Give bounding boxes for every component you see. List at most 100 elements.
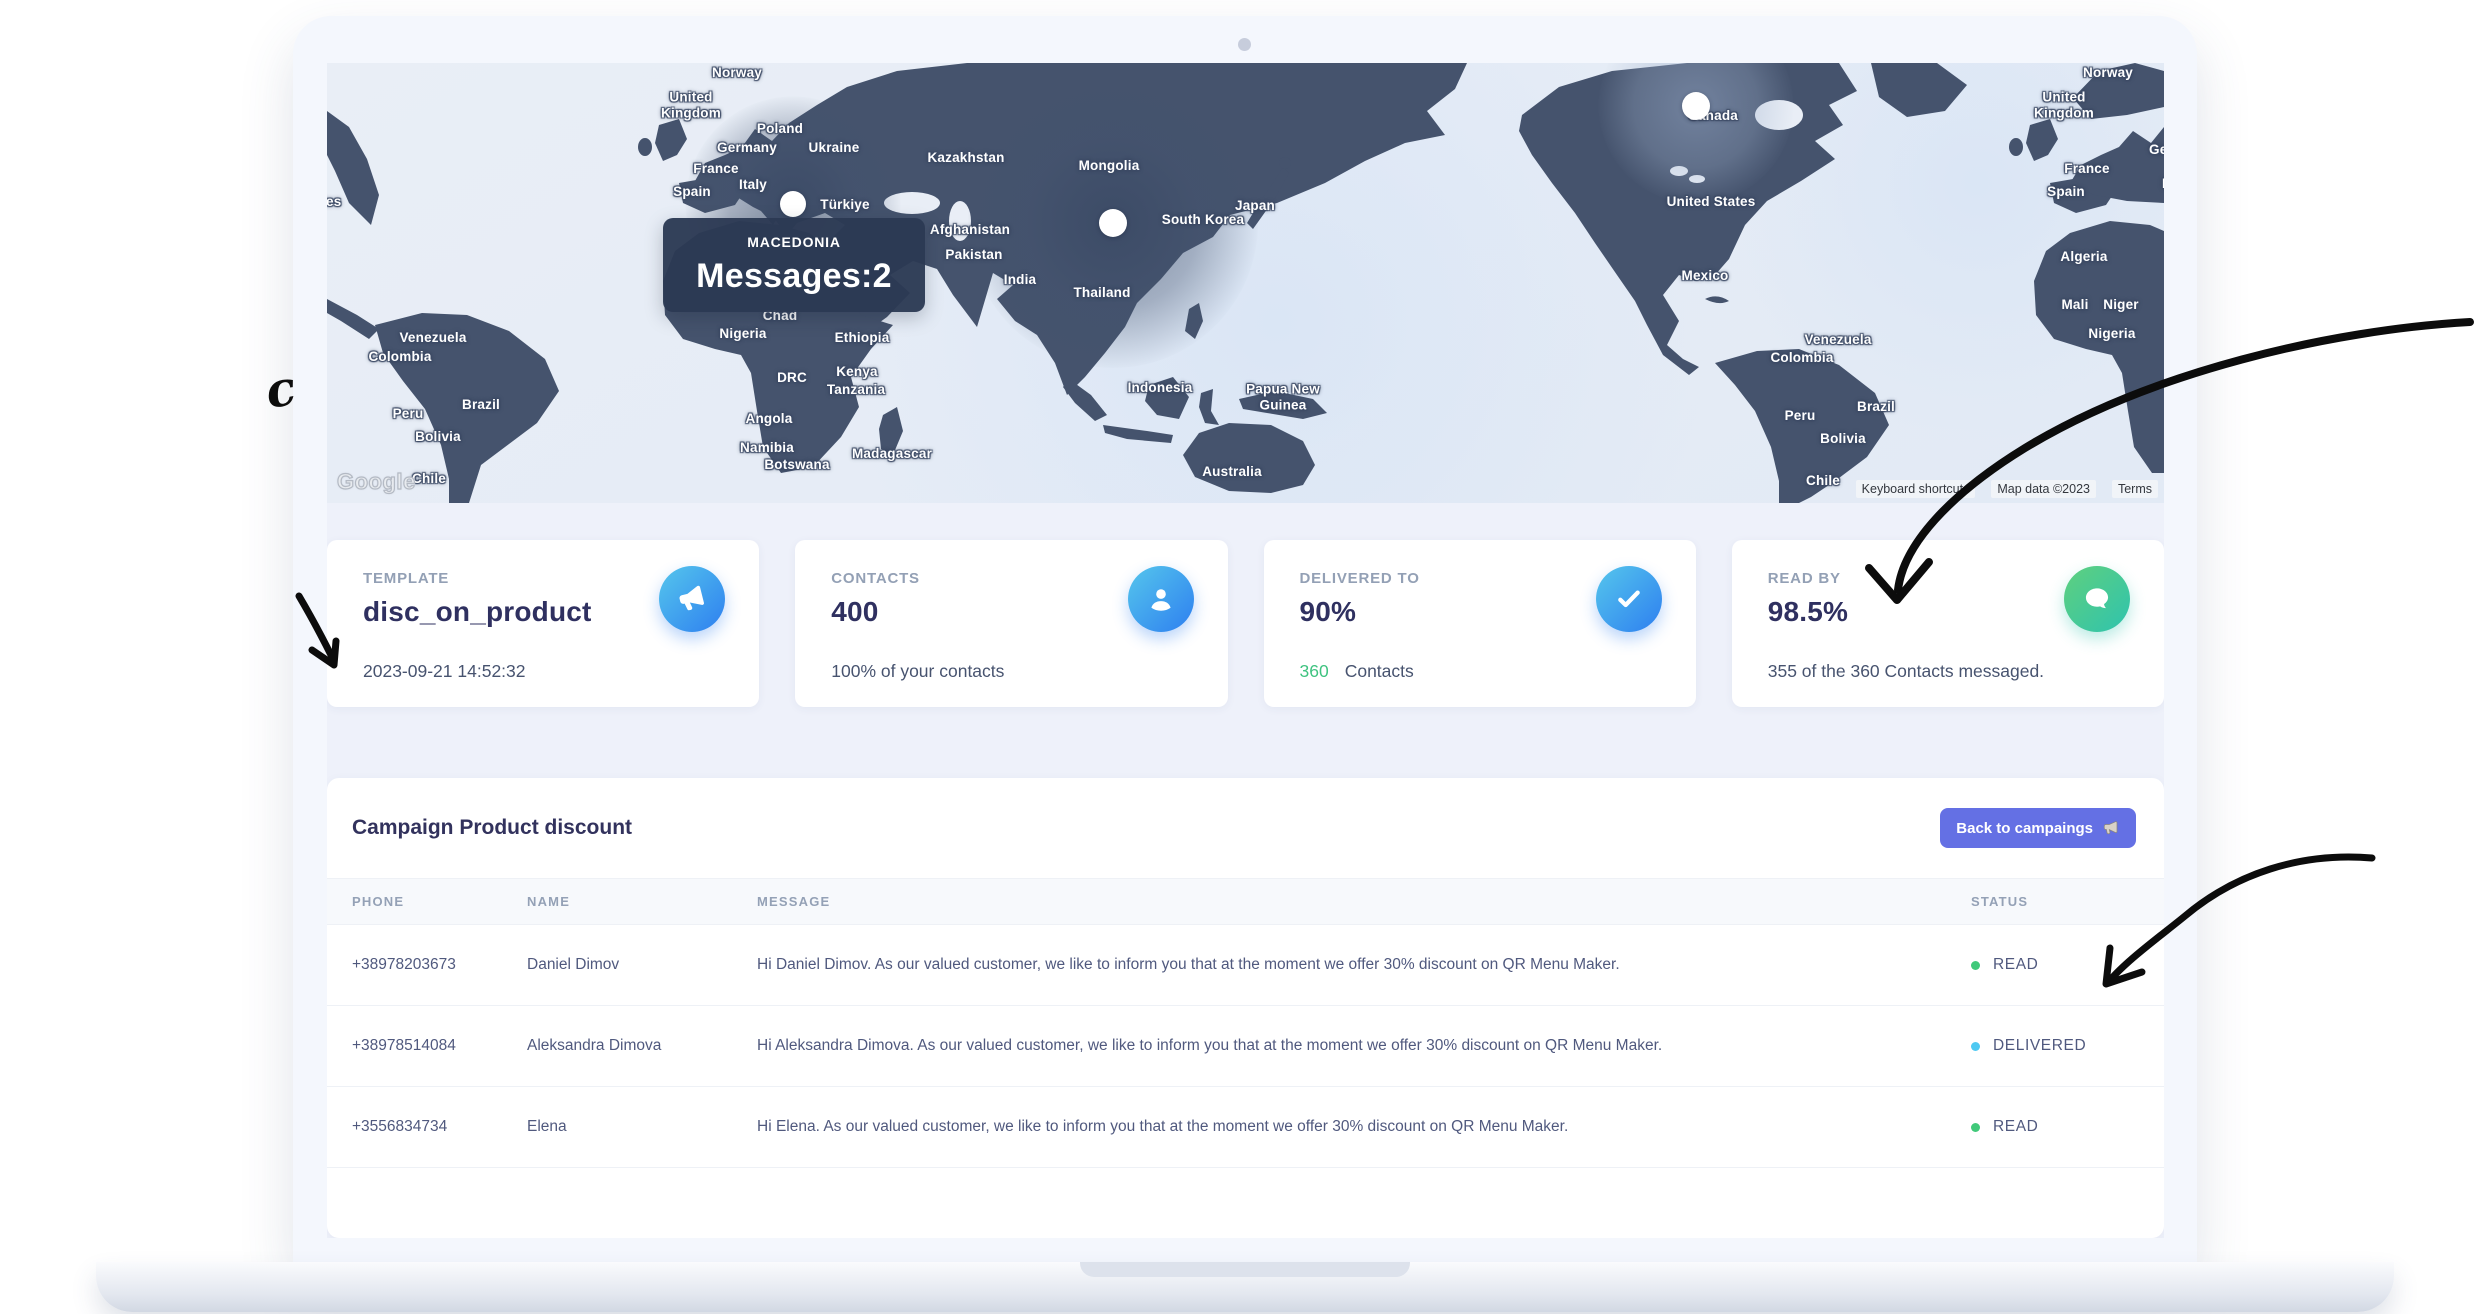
map-country-label: Peru <box>1785 408 1816 424</box>
back-button-label: Back to campaings <box>1956 820 2093 837</box>
stat-card: TEMPLATE disc_on_product 2023-09-21 14:5… <box>327 540 759 707</box>
webcam-icon <box>1238 38 1251 51</box>
world-map[interactable]: United States Venezuela Colombia Brazil Peru… <box>327 63 2164 503</box>
campaign-title: Campaign Product discount <box>352 816 632 840</box>
stat-card: READ BY 98.5% 355 of the 360 Contacts me… <box>1732 540 2164 707</box>
map-country-label: Brazil <box>462 397 500 413</box>
map-country-label: Mexico <box>1682 268 1729 284</box>
map-country-label: South Korea <box>1162 212 1244 228</box>
map-country-label: Mali <box>2061 297 2088 313</box>
table-header-row: PHONE NAME MESSAGE STATUS <box>327 878 2164 925</box>
cell-phone: +38978514084 <box>327 1037 527 1055</box>
laptop-base-notch <box>1080 1262 1410 1277</box>
map-country-label: Niger <box>2103 297 2139 313</box>
map-country-label: United States <box>1667 194 1756 210</box>
dashboard-app: United States Venezuela Colombia Brazil Peru… <box>327 63 2164 1238</box>
google-logo[interactable]: Google <box>337 469 416 495</box>
world-map-canvas <box>327 63 2164 503</box>
cell-status: DELIVERED <box>1971 1037 2164 1055</box>
map-country-label: Norway <box>712 65 762 81</box>
map-country-label: Nigeria <box>2088 326 2135 342</box>
map-country-label: France <box>693 161 738 177</box>
status-label: READ <box>1993 1118 2038 1136</box>
table-row: +3556834734 Elena Hi Elena. As our value… <box>327 1087 2164 1168</box>
map-country-label: Tanzania <box>827 382 885 398</box>
map-country-label: Pakistan <box>945 247 1002 263</box>
map-country-label: Türkiye <box>820 197 869 213</box>
map-country-label: Colombia <box>368 349 431 365</box>
map-country-label: DRC <box>777 370 807 386</box>
map-country-label: Poland <box>757 121 803 137</box>
cell-message: Hi Daniel Dimov. As our valued customer,… <box>757 956 1971 974</box>
map-country-label: Botswana <box>764 457 829 473</box>
map-country-label: United Kingdom <box>661 89 721 120</box>
map-country-label: Ukraine <box>809 140 860 156</box>
map-tooltip: MACEDONIA Messages:2 <box>663 218 925 312</box>
status-dot <box>1971 961 1980 970</box>
table-row: +38978514084 Aleksandra Dimova Hi Aleksa… <box>327 1006 2164 1087</box>
map-country-label: Nigeria <box>719 326 766 342</box>
cell-message: Hi Aleksandra Dimova. As our valued cust… <box>757 1037 1971 1055</box>
stat-card-subtext: 2023-09-21 14:52:32 <box>363 661 526 682</box>
map-country-label: Ethiopia <box>835 330 890 346</box>
map-country-label: Mongolia <box>1079 158 1140 174</box>
megaphone-icon <box>2102 819 2120 837</box>
marker-macedonia[interactable] <box>780 191 806 217</box>
terms-link[interactable]: Terms <box>2112 480 2158 498</box>
stat-card: DELIVERED TO 90% 360Contacts <box>1264 540 1696 707</box>
cell-name: Aleksandra Dimova <box>527 1037 757 1055</box>
cell-phone: +38978203673 <box>327 956 527 974</box>
map-country-label: Venezuela <box>399 330 466 346</box>
campaign-panel-header: Campaign Product discount Back to campai… <box>327 778 2164 878</box>
user-icon <box>1128 566 1194 632</box>
map-country-label: United States <box>327 194 341 210</box>
map-country-label: India <box>1004 272 1037 288</box>
status-dot <box>1971 1123 1980 1132</box>
map-country-label: Colombia <box>1770 350 1833 366</box>
page: United States Venezuela Colombia Brazil Peru… <box>0 0 2490 1314</box>
stat-card: CONTACTS 400 100% of your contacts <box>795 540 1227 707</box>
tooltip-message-count: Messages:2 <box>696 257 892 296</box>
map-country-label: Italy <box>739 177 767 193</box>
cell-phone: +3556834734 <box>327 1118 527 1136</box>
map-country-label: Chile <box>412 471 446 487</box>
back-to-campaigns-button[interactable]: Back to campaings <box>1940 808 2136 848</box>
keyboard-shortcuts-link[interactable]: Keyboard shortcuts <box>1856 480 1976 498</box>
map-country-label: Indonesia <box>1128 380 1193 396</box>
map-country-label: Algeria <box>2060 249 2107 265</box>
map-country-label: Madagascar <box>852 446 932 462</box>
stat-card-subtext: 100% of your contacts <box>831 661 1004 682</box>
megaphone-icon <box>659 566 725 632</box>
map-country-label: Kazakhstan <box>927 150 1004 166</box>
laptop-screen: United States Venezuela Colombia Brazil Peru… <box>293 16 2197 1262</box>
map-country-label: Japan <box>1235 198 1275 214</box>
table-row: +38978203673 Daniel Dimov Hi Daniel Dimo… <box>327 925 2164 1006</box>
status-label: READ <box>1993 956 2038 974</box>
map-country-label: Brazil <box>1857 399 1895 415</box>
map-country-label: Thailand <box>1073 285 1130 301</box>
marker-canada[interactable] <box>1682 92 1710 120</box>
campaign-panel: Campaign Product discount Back to campai… <box>327 778 2164 1238</box>
chat-icon <box>2064 566 2130 632</box>
tooltip-region: MACEDONIA <box>747 234 841 250</box>
marker-china[interactable] <box>1099 209 1127 237</box>
stat-card-subtext: 355 of the 360 Contacts messaged. <box>1768 661 2044 682</box>
map-country-label: Spain <box>673 184 711 200</box>
stat-cards-row: TEMPLATE disc_on_product 2023-09-21 14:5… <box>327 540 2164 707</box>
laptop-base <box>96 1262 2394 1312</box>
cell-status: READ <box>1971 1118 2164 1136</box>
status-label: DELIVERED <box>1993 1037 2086 1055</box>
map-country-label: France <box>2064 161 2109 177</box>
map-country-label: Venezuela <box>1804 332 1871 348</box>
map-country-label: Spain <box>2047 184 2085 200</box>
map-country-label: Papua New Guinea <box>1246 381 1320 412</box>
cell-status: READ <box>1971 956 2164 974</box>
map-data-label: Map data ©2023 <box>1991 480 2096 498</box>
map-country-label: Italy <box>2162 176 2164 192</box>
map-country-label: United Kingdom <box>2034 89 2094 120</box>
map-attribution: Keyboard shortcuts Map data ©2023 Terms <box>1856 480 2158 498</box>
header-name: NAME <box>527 894 757 909</box>
cell-name: Daniel Dimov <box>527 956 757 974</box>
status-dot <box>1971 1042 1980 1051</box>
map-country-label: Bolivia <box>1820 431 1866 447</box>
